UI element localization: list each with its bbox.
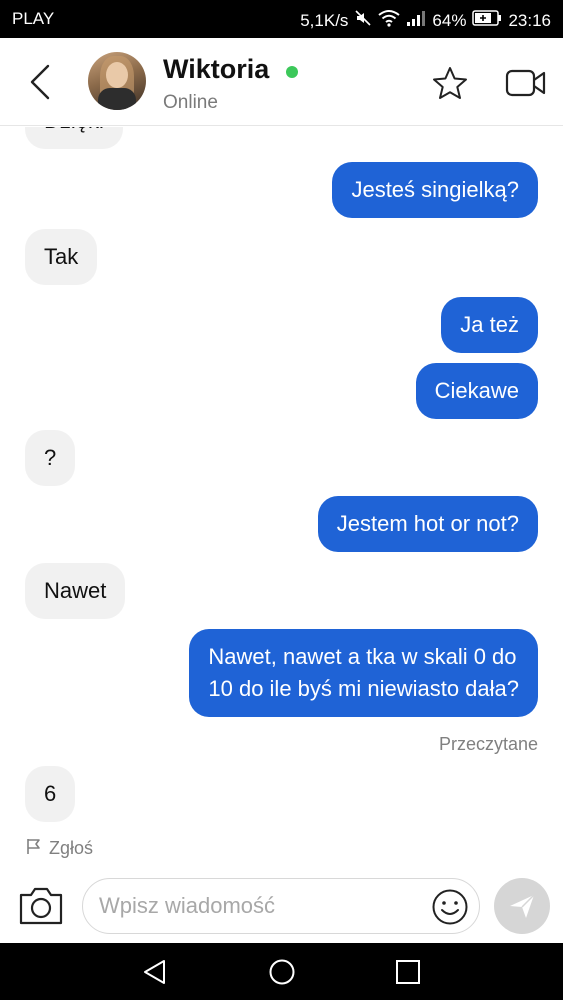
avatar[interactable] bbox=[88, 52, 146, 110]
message-list[interactable]: Dzięki Jesteś singielką? Tak Ja też Ciek… bbox=[0, 127, 563, 865]
composer bbox=[0, 865, 563, 943]
nav-back-icon[interactable] bbox=[140, 957, 170, 987]
nav-home-icon[interactable] bbox=[267, 957, 297, 987]
battery-percent: 64% bbox=[432, 10, 467, 30]
emoji-icon[interactable] bbox=[431, 888, 469, 926]
network-speed: 5,1K/s bbox=[300, 10, 349, 30]
camera-icon[interactable] bbox=[17, 883, 65, 927]
send-icon bbox=[510, 894, 535, 918]
signal-icon bbox=[406, 9, 426, 32]
message-input[interactable] bbox=[99, 891, 419, 921]
message-input-box[interactable] bbox=[82, 878, 480, 934]
message-incoming: 6 bbox=[25, 766, 76, 822]
message-incoming: ? bbox=[25, 430, 76, 486]
clock: 23:16 bbox=[508, 10, 551, 30]
carrier-label: PLAY bbox=[12, 9, 55, 28]
system-nav-bar bbox=[0, 943, 563, 1000]
message-line: Nawet, nawet a tka w skali 0 do bbox=[208, 644, 517, 669]
status-bar-right: 5,1K/s 64% 23:16 bbox=[300, 9, 551, 32]
send-button[interactable] bbox=[494, 878, 550, 934]
contact-name[interactable]: Wiktoria bbox=[163, 54, 269, 85]
message-outgoing: Jesteś singielką? bbox=[332, 162, 538, 218]
wifi-icon bbox=[378, 9, 401, 32]
message-line: 10 do ile byś mi niewiasto dała? bbox=[208, 676, 519, 701]
status-bar: PLAY 5,1K/s 64% 23:16 bbox=[0, 0, 563, 38]
message-outgoing: Ciekawe bbox=[415, 363, 538, 419]
message-incoming: Dzięki bbox=[25, 127, 123, 149]
message-incoming: Tak bbox=[25, 229, 98, 285]
video-call-icon[interactable] bbox=[505, 68, 547, 98]
report-link[interactable]: Zgłoś bbox=[25, 837, 93, 860]
chat-header: Wiktoria Online bbox=[0, 38, 563, 126]
star-icon[interactable] bbox=[432, 65, 468, 101]
message-outgoing: Jestem hot or not? bbox=[317, 496, 538, 552]
battery-icon bbox=[472, 10, 502, 31]
message-outgoing-multiline: Nawet, nawet a tka w skali 0 do 10 do il… bbox=[189, 629, 538, 717]
contact-status: Online bbox=[163, 92, 218, 113]
mute-icon bbox=[354, 9, 372, 32]
nav-recents-icon[interactable] bbox=[393, 957, 423, 987]
flag-icon bbox=[25, 837, 43, 860]
read-receipt: Przeczytane bbox=[438, 734, 538, 754]
report-label: Zgłoś bbox=[49, 838, 94, 858]
message-incoming: Nawet bbox=[25, 563, 126, 619]
online-indicator bbox=[286, 66, 298, 78]
back-icon[interactable] bbox=[22, 62, 62, 102]
message-outgoing: Ja też bbox=[441, 297, 538, 353]
